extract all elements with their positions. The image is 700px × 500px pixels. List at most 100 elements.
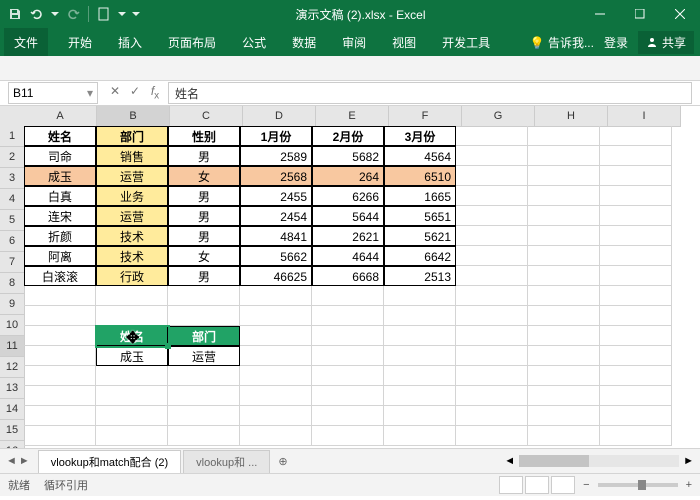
cell[interactable] bbox=[96, 386, 168, 406]
tab-view[interactable]: 视图 bbox=[386, 30, 422, 55]
cell[interactable]: 1月份 bbox=[240, 126, 312, 146]
row-header[interactable]: 12 bbox=[0, 357, 25, 378]
cell[interactable]: 技术 bbox=[96, 246, 168, 266]
cell[interactable] bbox=[528, 186, 600, 206]
cell[interactable] bbox=[600, 206, 672, 226]
col-header[interactable]: G bbox=[462, 106, 535, 127]
cell[interactable] bbox=[600, 126, 672, 146]
col-header[interactable]: H bbox=[535, 106, 608, 127]
cell[interactable]: 男 bbox=[168, 206, 240, 226]
col-header[interactable]: A bbox=[24, 106, 97, 127]
enter-formula-icon[interactable]: ✓ bbox=[126, 84, 144, 101]
hscroll-right[interactable]: ► bbox=[683, 455, 694, 467]
cell[interactable] bbox=[384, 326, 456, 346]
zoom-slider[interactable] bbox=[598, 483, 678, 487]
cell[interactable]: 5621 bbox=[384, 226, 456, 246]
cell[interactable] bbox=[24, 306, 96, 326]
cell[interactable] bbox=[456, 246, 528, 266]
cell[interactable]: 行政 bbox=[96, 266, 168, 286]
cell[interactable] bbox=[456, 306, 528, 326]
cell[interactable] bbox=[312, 366, 384, 386]
tab-developer[interactable]: 开发工具 bbox=[436, 30, 496, 55]
cell[interactable] bbox=[456, 146, 528, 166]
cell[interactable] bbox=[600, 326, 672, 346]
cell[interactable]: 1665 bbox=[384, 186, 456, 206]
cell[interactable] bbox=[456, 406, 528, 426]
cell[interactable] bbox=[312, 326, 384, 346]
cell[interactable] bbox=[24, 286, 96, 306]
sheet-nav-prev[interactable]: ◄ bbox=[6, 455, 17, 467]
zoom-in-button[interactable]: + bbox=[686, 479, 692, 491]
cell[interactable] bbox=[456, 326, 528, 346]
cell[interactable]: 白真 bbox=[24, 186, 96, 206]
tab-insert[interactable]: 插入 bbox=[112, 30, 148, 55]
cell[interactable] bbox=[456, 286, 528, 306]
cell[interactable] bbox=[312, 306, 384, 326]
cell[interactable] bbox=[384, 406, 456, 426]
cell[interactable]: 2455 bbox=[240, 186, 312, 206]
row-header[interactable]: 2 bbox=[0, 147, 25, 168]
row-header[interactable]: 3 bbox=[0, 168, 25, 189]
tab-data[interactable]: 数据 bbox=[286, 30, 322, 55]
tell-me[interactable]: 💡 告诉我... bbox=[530, 34, 594, 51]
cell[interactable]: 业务 bbox=[96, 186, 168, 206]
cell[interactable]: 司命 bbox=[24, 146, 96, 166]
view-normal-button[interactable] bbox=[499, 476, 523, 494]
cell[interactable] bbox=[600, 266, 672, 286]
row-header[interactable]: 13 bbox=[0, 378, 25, 399]
cell[interactable] bbox=[96, 426, 168, 446]
sheet-nav-next[interactable]: ► bbox=[19, 455, 30, 467]
signin-link[interactable]: 登录 bbox=[604, 34, 628, 51]
row-header[interactable]: 8 bbox=[0, 273, 25, 294]
view-pagebreak-button[interactable] bbox=[551, 476, 575, 494]
cell[interactable] bbox=[528, 246, 600, 266]
formula-bar[interactable]: 姓名 bbox=[168, 82, 692, 104]
cell[interactable]: 运营 bbox=[168, 346, 240, 366]
hscrollbar[interactable] bbox=[519, 455, 679, 467]
tab-review[interactable]: 审阅 bbox=[336, 30, 372, 55]
view-layout-button[interactable] bbox=[525, 476, 549, 494]
cell[interactable] bbox=[240, 326, 312, 346]
cell[interactable] bbox=[312, 386, 384, 406]
cell[interactable] bbox=[384, 426, 456, 446]
cell[interactable]: 男 bbox=[168, 226, 240, 246]
cell[interactable]: 白滚滚 bbox=[24, 266, 96, 286]
cell[interactable]: 男 bbox=[168, 266, 240, 286]
cell[interactable] bbox=[600, 226, 672, 246]
cell[interactable] bbox=[600, 246, 672, 266]
cell[interactable]: 技术 bbox=[96, 226, 168, 246]
cell[interactable]: 4841 bbox=[240, 226, 312, 246]
cell[interactable] bbox=[600, 286, 672, 306]
select-all-corner[interactable] bbox=[0, 106, 25, 127]
cell[interactable] bbox=[24, 426, 96, 446]
cell[interactable] bbox=[240, 366, 312, 386]
cell[interactable] bbox=[600, 406, 672, 426]
cell[interactable] bbox=[456, 366, 528, 386]
row-header[interactable]: 11 bbox=[0, 336, 25, 357]
cell[interactable] bbox=[240, 306, 312, 326]
cell[interactable] bbox=[384, 346, 456, 366]
cell[interactable] bbox=[528, 426, 600, 446]
cell[interactable] bbox=[240, 426, 312, 446]
cell[interactable] bbox=[168, 406, 240, 426]
cell[interactable] bbox=[96, 286, 168, 306]
cell[interactable] bbox=[168, 386, 240, 406]
cell[interactable]: 连宋 bbox=[24, 206, 96, 226]
cell[interactable] bbox=[24, 366, 96, 386]
tab-home[interactable]: 开始 bbox=[62, 30, 98, 55]
row-header[interactable]: 7 bbox=[0, 252, 25, 273]
cell[interactable] bbox=[168, 306, 240, 326]
sheet-tab-active[interactable]: vlookup和match配合 (2) bbox=[38, 450, 181, 473]
hscroll-left[interactable]: ◄ bbox=[504, 455, 515, 467]
cell[interactable] bbox=[384, 386, 456, 406]
file-tab[interactable]: 文件 bbox=[4, 28, 48, 56]
cell[interactable]: 阿离 bbox=[24, 246, 96, 266]
cell[interactable] bbox=[600, 386, 672, 406]
col-header[interactable]: C bbox=[170, 106, 243, 127]
cell[interactable]: 5651 bbox=[384, 206, 456, 226]
cell[interactable] bbox=[456, 426, 528, 446]
cell[interactable] bbox=[456, 386, 528, 406]
cell[interactable]: 6510 bbox=[384, 166, 456, 186]
cell[interactable] bbox=[528, 386, 600, 406]
cell[interactable] bbox=[600, 146, 672, 166]
